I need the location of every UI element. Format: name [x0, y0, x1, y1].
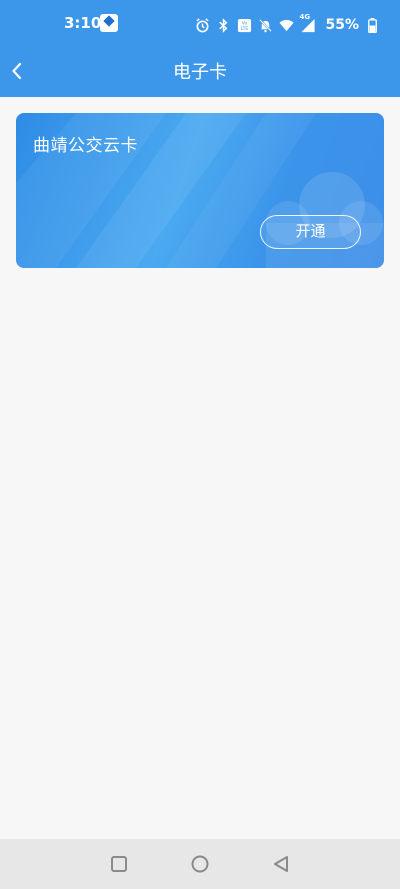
wifi-icon	[279, 19, 295, 31]
battery-icon	[368, 17, 377, 33]
svg-text:LTE: LTE	[241, 26, 249, 32]
system-navigation-bar	[0, 839, 400, 889]
status-bar: 3:10 Vo LTE 4G 55%	[0, 0, 400, 50]
header: 电子卡	[0, 50, 400, 97]
app-notification-icon	[100, 14, 118, 32]
signal-icon: 4G	[299, 13, 317, 33]
svg-text:Vo: Vo	[242, 20, 248, 26]
bluetooth-icon	[219, 17, 228, 33]
battery-percent: 55%	[325, 17, 359, 33]
status-time: 3:10	[64, 14, 102, 32]
page-title: 电子卡	[173, 62, 227, 83]
alarm-icon	[196, 17, 210, 32]
bus-card[interactable]: 曲靖公交云卡 开通	[16, 113, 384, 268]
home-circle-icon[interactable]	[187, 851, 213, 877]
mute-icon	[259, 18, 273, 32]
status-icons: Vo LTE 4G 55%	[195, 13, 380, 35]
recents-square-icon[interactable]	[106, 851, 132, 877]
card-title: 曲靖公交云卡	[33, 136, 138, 156]
back-triangle-icon[interactable]	[268, 851, 294, 877]
volte-icon: Vo LTE	[238, 18, 252, 32]
activate-button[interactable]: 开通	[260, 215, 361, 249]
screen: 3:10 Vo LTE 4G 55% 电子卡 曲靖公交云卡 开通	[0, 0, 400, 889]
network-label: 4G	[299, 12, 311, 21]
